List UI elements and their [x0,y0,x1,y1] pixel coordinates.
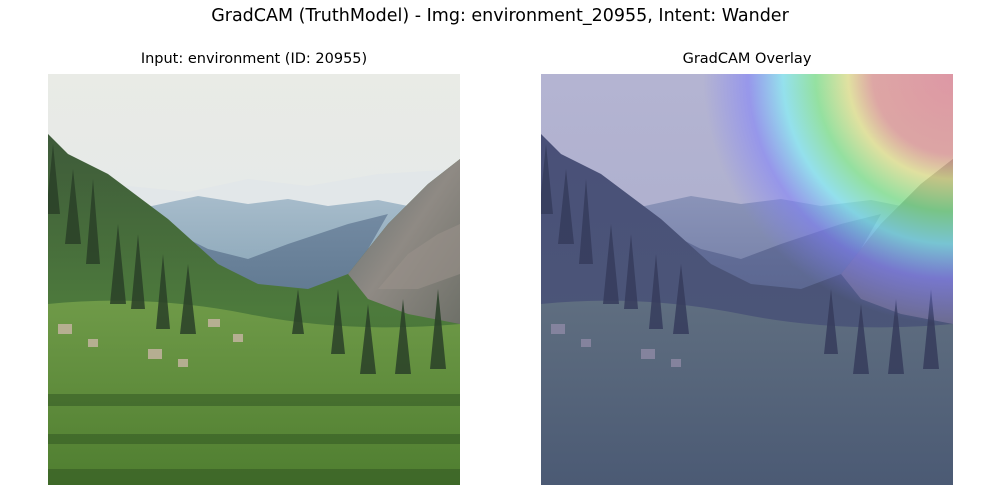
gradcam-heatmap-overlay [541,74,953,485]
figure: GradCAM (TruthModel) - Img: environment_… [0,0,1000,500]
input-image [48,74,460,485]
input-panel-title: Input: environment (ID: 20955) [140,51,368,67]
heatmap-layer [541,74,953,485]
landscape-photo [48,74,460,485]
gradcam-overlay-image [541,74,953,485]
figure-title: GradCAM (TruthModel) - Img: environment_… [211,6,789,26]
overlay-panel-title: GradCAM Overlay [682,51,812,67]
